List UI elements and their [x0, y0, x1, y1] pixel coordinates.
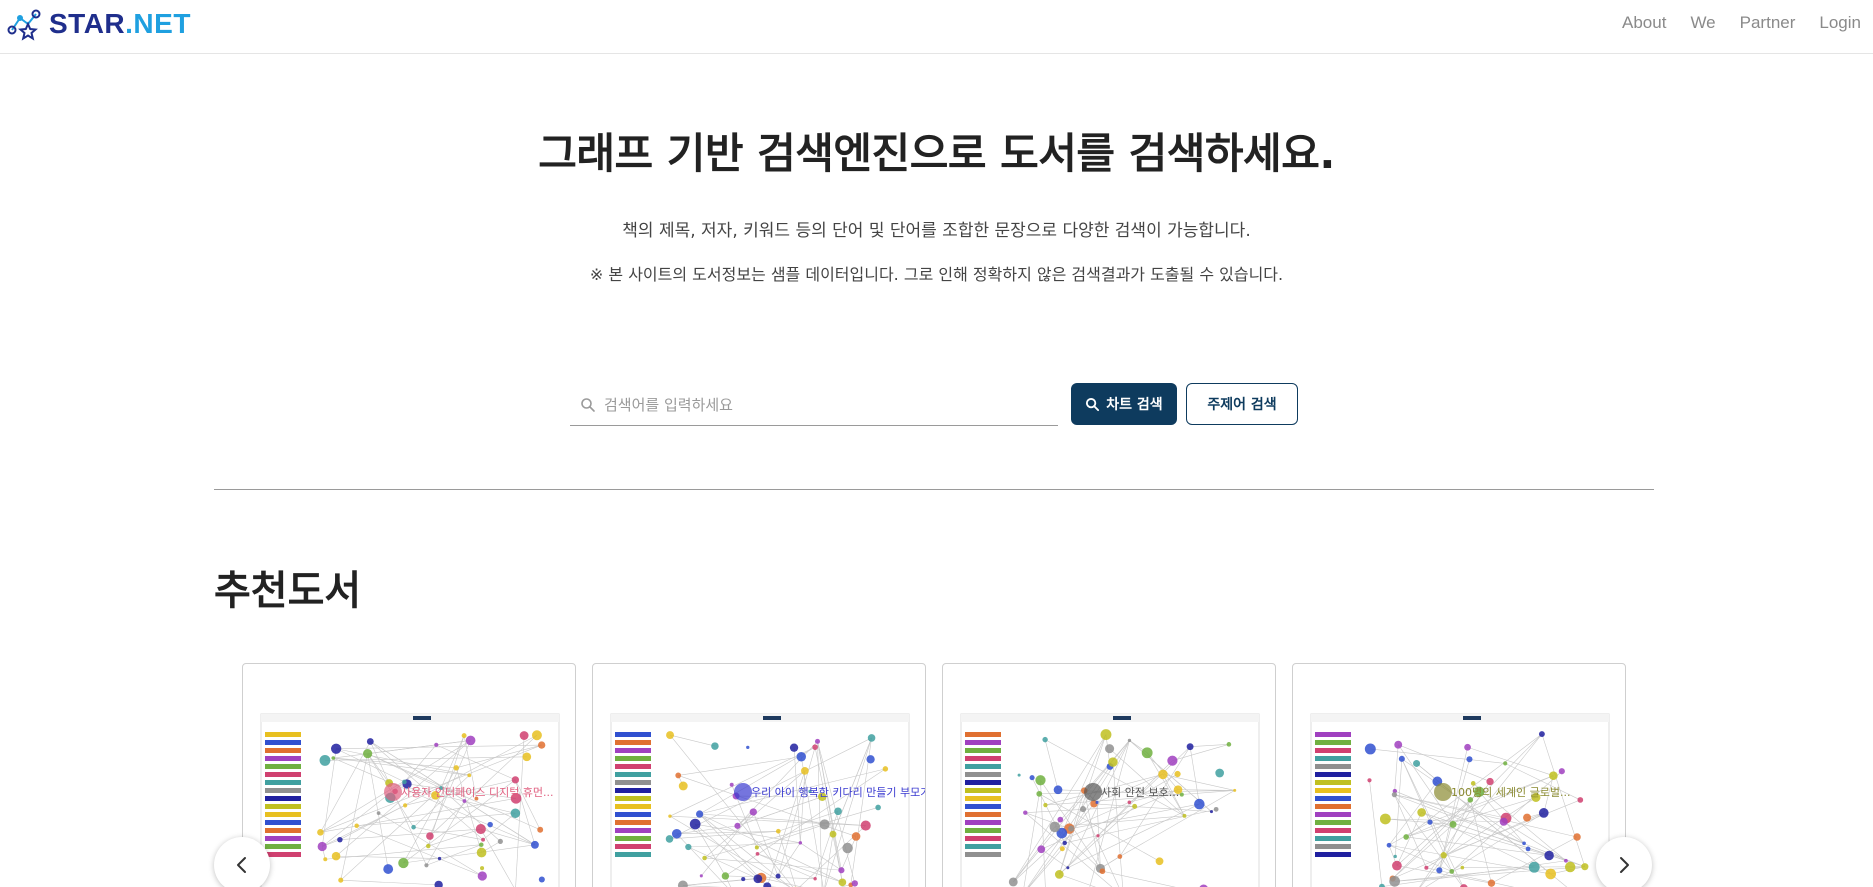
recommended-books-title: 추천도서	[214, 568, 362, 614]
graph-node-label: 사용자 인터페이스 디지털 휴먼...	[401, 786, 554, 799]
sample-data-notice: ※ 본 사이트의 도서정보는 샘플 데이터입니다. 그로 인해 정확하지 않은 …	[589, 265, 1284, 284]
graph-thumbnail-image: 우리 아이 행복한 키다리 만들기 부모가...	[610, 713, 926, 887]
site-logo[interactable]: STAR.NET	[6, 6, 191, 42]
search-icon	[1085, 397, 1100, 412]
graph-node-label: 100명의 세계인 글로벌...	[1451, 786, 1570, 799]
main-nav: About We Partner Login	[1622, 0, 1873, 46]
carousel-next-button[interactable]	[1596, 837, 1652, 887]
carousel-prev-button[interactable]	[214, 837, 270, 887]
topic-search-label: 주제어 검색	[1207, 397, 1277, 413]
constellation-logo-icon	[7, 9, 41, 41]
search-box	[570, 384, 1058, 426]
hero-subtitle: 책의 제목, 저자, 키워드 등의 단어 및 단어를 조합한 문장으로 다양한 …	[622, 221, 1251, 241]
nav-login-link[interactable]: Login	[1819, 13, 1861, 33]
logo-text: STAR.NET	[49, 8, 191, 40]
graph-node-label: 사회 안전 보호...	[1101, 786, 1179, 799]
graph-thumbnail-image: 사용자 인터페이스 디지털 휴먼...	[260, 713, 560, 887]
recommended-book-card[interactable]: 우리 아이 행복한 키다리 만들기 부모가...	[592, 663, 926, 887]
graph-node-label: 우리 아이 행복한 키다리 만들기 부모가...	[751, 786, 926, 799]
nav-about-link[interactable]: About	[1622, 13, 1666, 33]
graph-thumbnail-image: 사회 안전 보호...	[960, 713, 1260, 887]
search-icon	[578, 395, 598, 415]
logo-star-text: STAR	[49, 8, 126, 39]
top-header: STAR.NET About We Partner Login	[0, 0, 1873, 54]
search-input[interactable]	[604, 395, 1044, 414]
hero-title: 그래프 기반 검색엔진으로 도서를 검색하세요.	[538, 129, 1335, 178]
logo-net-text: .NET	[125, 8, 191, 39]
chevron-left-icon	[237, 857, 246, 873]
chart-search-button[interactable]: 차트 검색	[1071, 383, 1177, 425]
nav-partner-link[interactable]: Partner	[1740, 13, 1796, 33]
recommended-book-card[interactable]: 사용자 인터페이스 디지털 휴먼...	[242, 663, 576, 887]
nav-we-link[interactable]: We	[1690, 13, 1715, 33]
chevron-right-icon	[1620, 857, 1629, 873]
section-divider	[214, 489, 1654, 490]
recommended-book-card[interactable]: 100명의 세계인 글로벌...	[1292, 663, 1626, 887]
chart-search-label: 차트 검색	[1106, 397, 1163, 413]
graph-thumbnail-image: 100명의 세계인 글로벌...	[1310, 713, 1610, 887]
recommended-book-card[interactable]: 사회 안전 보호...	[942, 663, 1276, 887]
topic-search-button[interactable]: 주제어 검색	[1186, 383, 1298, 425]
